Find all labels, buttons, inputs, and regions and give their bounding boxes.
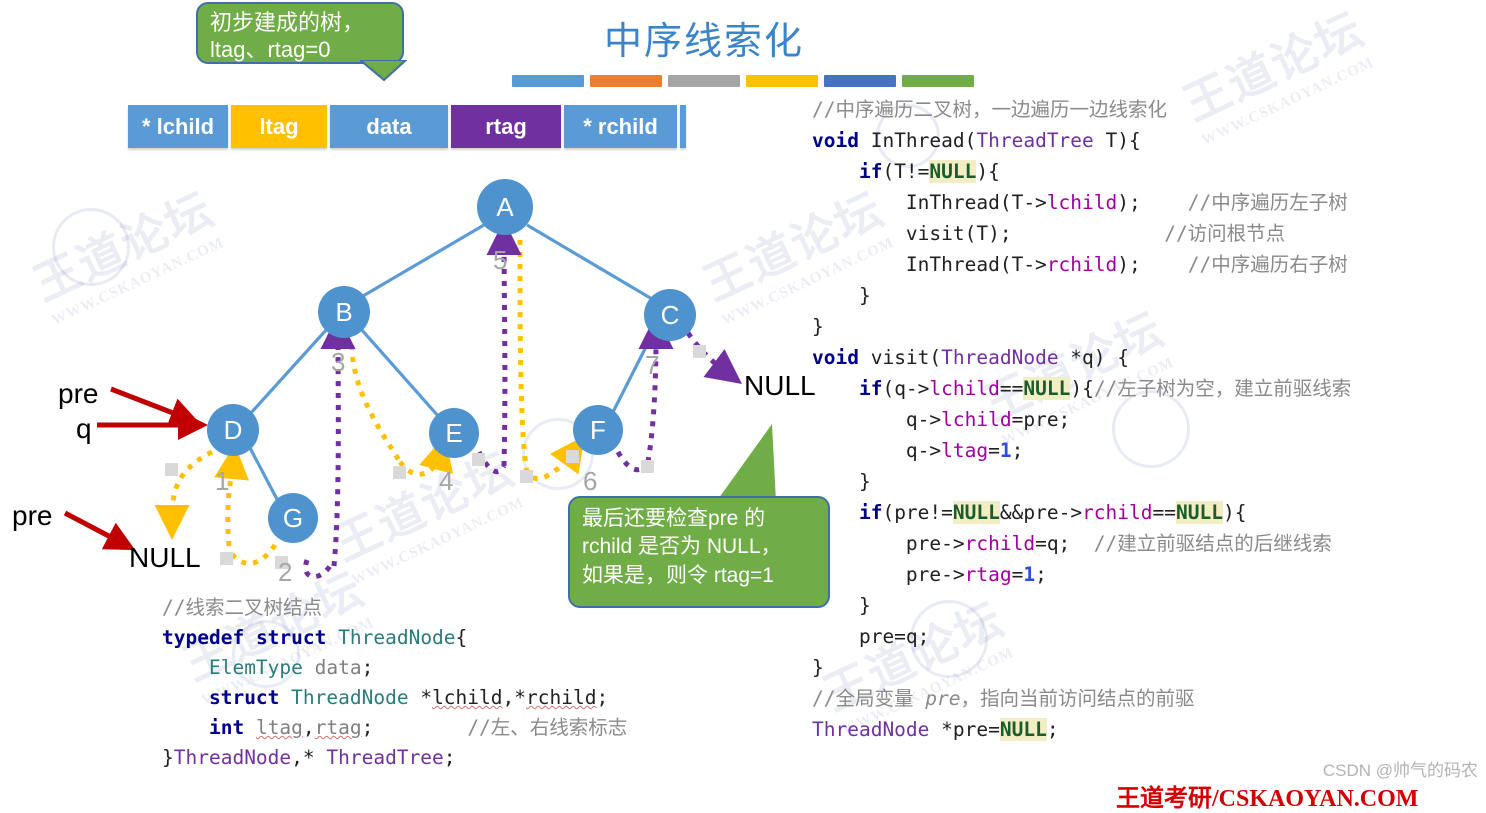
tree-node-d: D [207,404,259,456]
thread-number: 3 [331,347,346,377]
tree-node-e: E [429,408,479,458]
thread-node-struct-code: //线索二叉树结点 typedef struct ThreadNode{ Ele… [162,596,628,769]
thread-number: 1 [215,466,230,496]
q-label: q [76,413,92,444]
tree-node-g: G [268,493,318,543]
callout-line: 如果是，则令 rtag=1 [582,563,774,587]
inthread-code: //中序遍历二叉树，一边遍历一边线索化 void InThread(Thread… [812,98,1352,741]
null-label-right: NULL [744,370,816,401]
predecessor-threads [154,239,585,566]
tree-node-f: F [573,405,623,455]
callout-tail-icon [716,424,776,502]
tree-edges [247,223,656,504]
color-bar-5 [902,75,974,87]
thread-number: 2 [278,557,293,587]
code-comment: //线索二叉树结点 [162,596,322,619]
brand-footer: 王道考研/CSKAOYAN.COM [1116,786,1419,812]
pre-label-bottom: pre [12,500,53,531]
thread-number: 4 [439,466,454,496]
thread-number: 6 [583,466,598,496]
callout-line: 最后还要检查pre 的 [582,507,766,530]
pre-label-top: pre [58,378,99,409]
null-label-left: NULL [129,542,201,573]
thread-number: 5 [493,245,508,275]
thread-number: 7 [645,350,660,380]
tree-node-a: A [477,179,533,235]
check-pre-callout: 最后还要检查pre 的 rchild 是否为 NULL， 如果是，则令 rtag… [568,496,830,608]
tree-node-b: B [318,286,370,338]
tree-node-c: C [644,289,696,341]
callout-line: rchild 是否为 NULL， [582,535,782,559]
